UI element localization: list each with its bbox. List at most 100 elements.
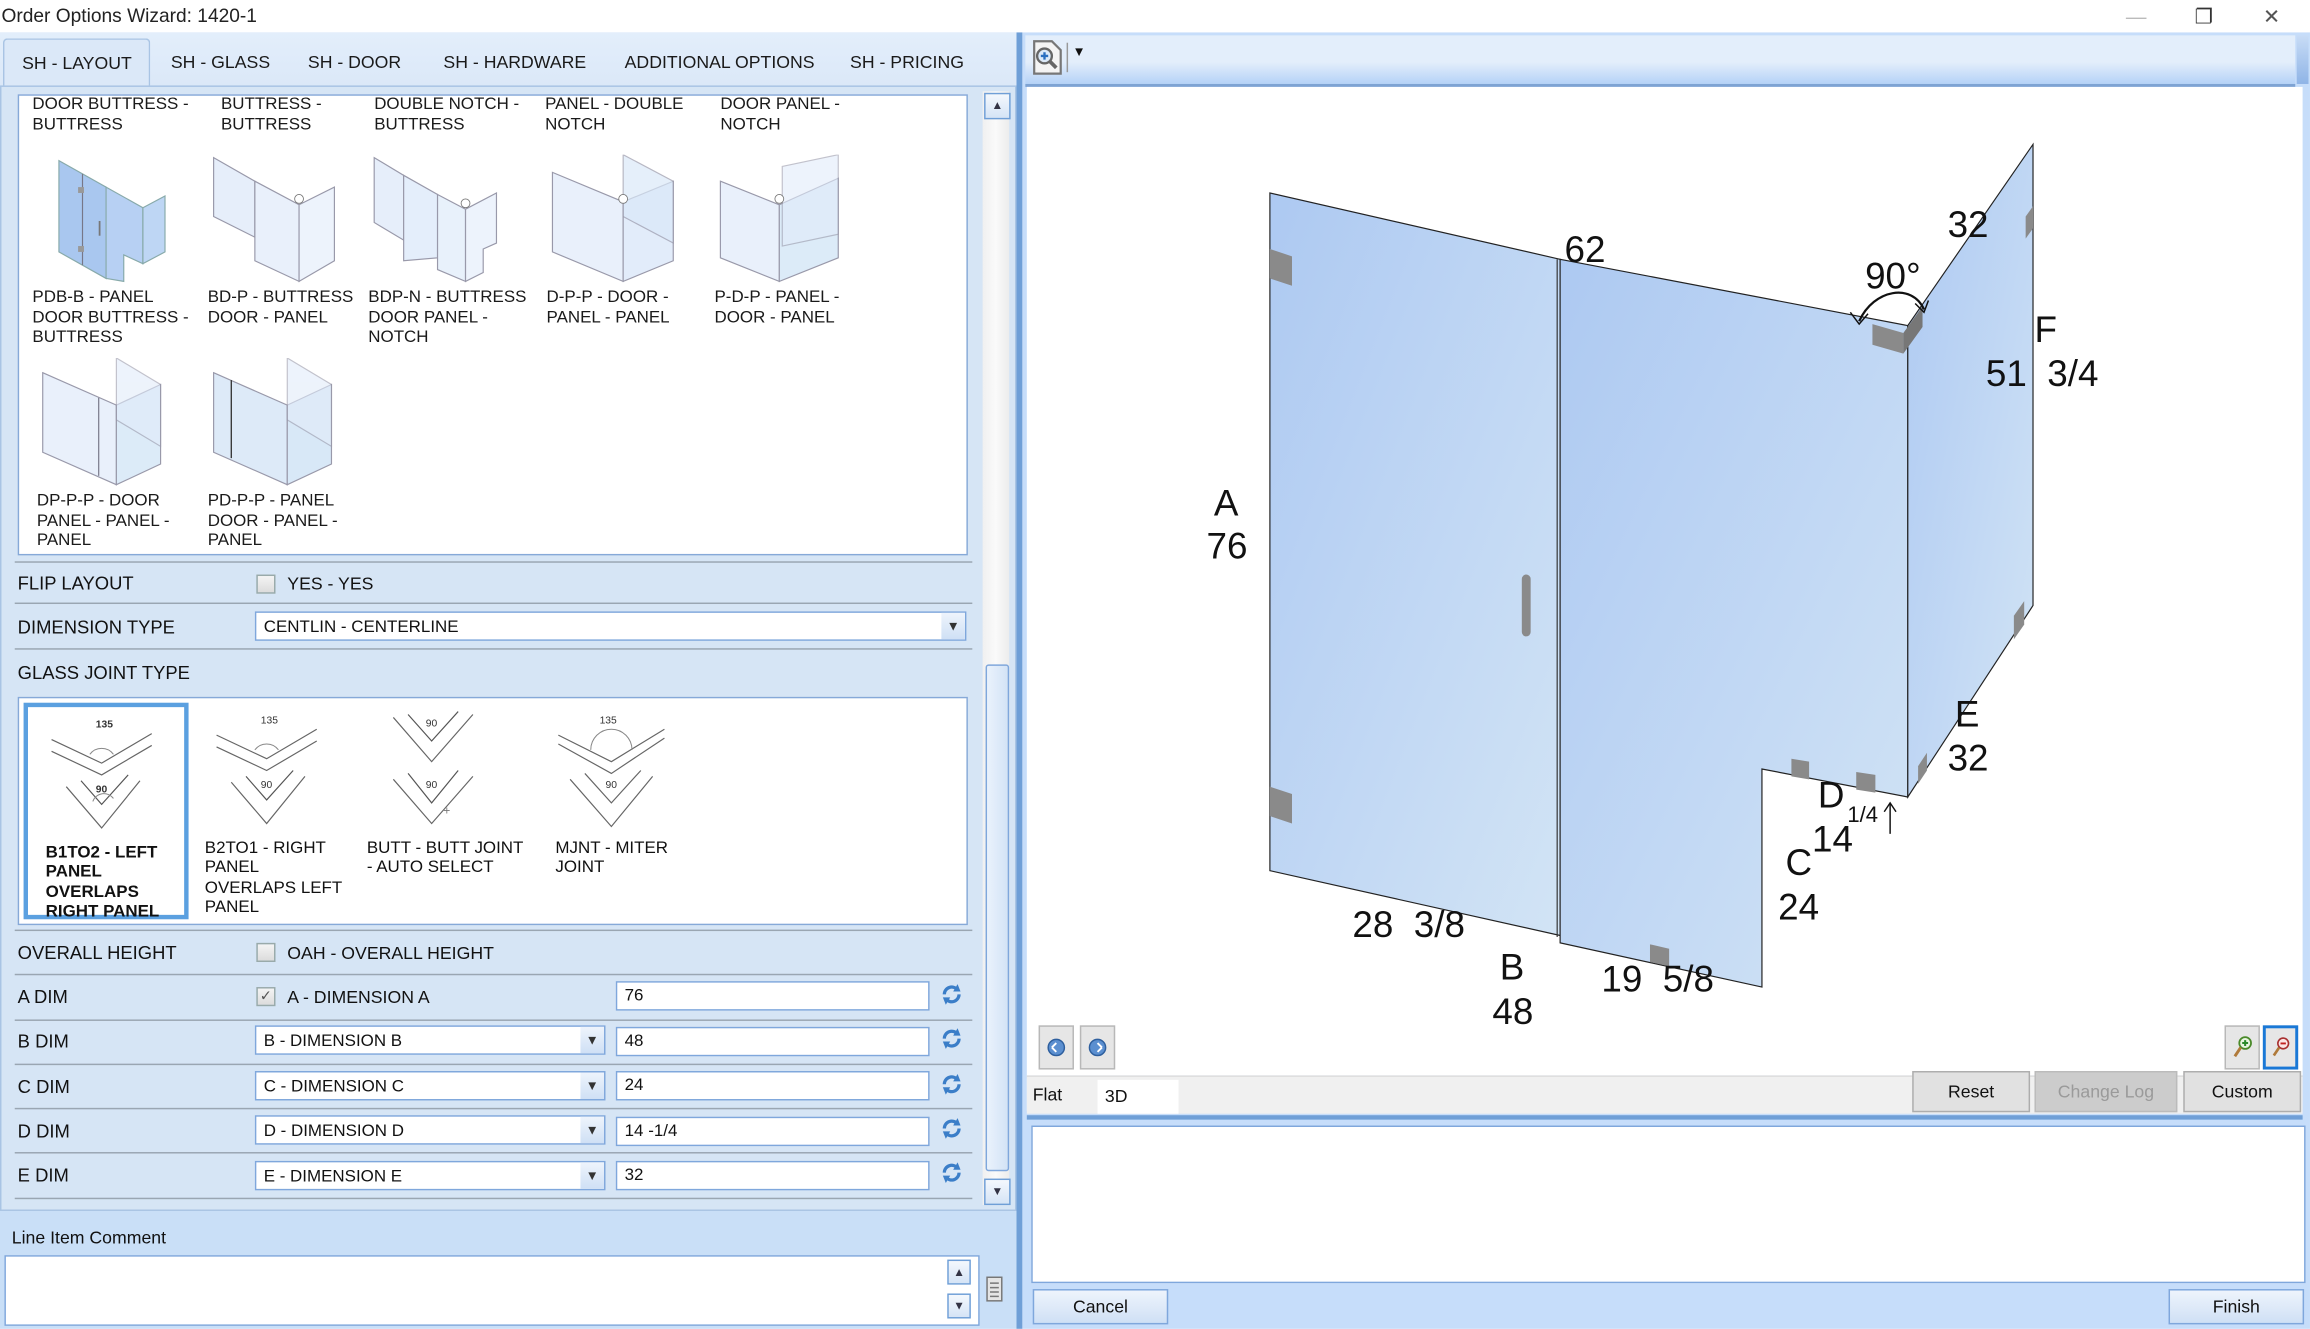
chevron-down-icon[interactable]: ▼ (941, 612, 965, 640)
toolbar-dropdown-icon[interactable]: ▼ (1072, 44, 1085, 59)
comment-scroll-down-button[interactable]: ▼ (947, 1293, 971, 1319)
layout-option-label: DP-P-P - DOOR PANEL - PANEL - PANEL (36, 492, 170, 550)
layout-p-d-p-thumbnail-icon (719, 153, 839, 283)
layout-option-d-p-p[interactable]: D-P-P - DOOR - PANEL - PANEL (547, 153, 709, 347)
refresh-icon[interactable] (940, 983, 964, 1007)
tab-sh-layout[interactable]: SH - LAYOUT (2, 38, 151, 87)
tab-sh-glass[interactable]: SH - GLASS (153, 38, 288, 85)
layout-option-p-d-p[interactable]: P-D-P - PANEL - DOOR - PANEL (714, 153, 877, 347)
dim-label-e-letter: E (1955, 693, 1980, 734)
3d-drawing-viewer[interactable]: 62 32 90° F 51 3/4 A 76 28 3/8 B 48 19 5… (1026, 86, 2303, 1076)
flip-layout-option-label: YES - YES (287, 573, 374, 594)
view-tab-3d[interactable]: 3D (1097, 1079, 1179, 1114)
dim-label-top-width: 62 (1565, 229, 1606, 270)
dim-label-a-value: 76 (1207, 525, 1248, 566)
change-log-button[interactable]: Change Log (2034, 1071, 2178, 1113)
joint-option-label: MJNT - MITER JOINT (555, 838, 669, 877)
refresh-icon[interactable] (940, 1161, 964, 1185)
tab-additional-options[interactable]: ADDITIONAL OPTIONS (607, 38, 832, 85)
a-dim-checkbox[interactable]: ✓ (256, 987, 276, 1007)
view-tab-flat[interactable]: Flat (1026, 1078, 1101, 1111)
d-dim-input[interactable]: 14 -1/4 (615, 1116, 930, 1147)
rotate-left-icon (1047, 1038, 1066, 1057)
d-dim-select[interactable]: D - DIMENSION D ▼ (254, 1115, 606, 1145)
layout-dp-p-p-thumbnail-icon (42, 356, 162, 486)
rotate-left-button[interactable] (1038, 1025, 1074, 1070)
dim-label-c-letter: C (1786, 842, 1813, 883)
dim-label-a-letter: A (1214, 483, 1239, 524)
glass-joint-type-gallery: 135 90 B1TO2 - LEFT PANEL OVERLAPS RIGHT… (17, 696, 968, 926)
restore-button[interactable]: ❐ (2174, 1, 2233, 30)
layout-option-buttress-buttress[interactable]: BUTTRESS - BUTTRESS (221, 96, 339, 136)
joint-option-label: B1TO2 - LEFT PANEL OVERLAPS RIGHT PANEL (45, 843, 160, 921)
tab-sh-pricing[interactable]: SH - PRICING (832, 38, 981, 85)
layout-option-bd-p[interactable]: BD-P - BUTTRESS DOOR - PANEL (208, 155, 370, 347)
chevron-down-icon[interactable]: ▼ (580, 1026, 605, 1054)
zoom-document-icon[interactable] (1031, 40, 1063, 75)
layout-option-double-notch-buttress[interactable]: DOUBLE NOTCH - BUTTRESS (374, 96, 521, 136)
glass-panel-left (1269, 192, 1561, 937)
divider (14, 929, 973, 932)
line-item-comment-textarea[interactable] (4, 1255, 980, 1326)
layout-bdp-n-thumbnail-icon (373, 156, 498, 283)
scroll-down-button[interactable]: ▼ (984, 1178, 1011, 1206)
rotate-right-icon (1088, 1038, 1107, 1057)
joint-option-b1to2[interactable]: 135 90 B1TO2 - LEFT PANEL OVERLAPS RIGHT… (23, 702, 189, 921)
refresh-icon[interactable] (940, 1027, 964, 1051)
divider (1026, 1115, 2303, 1120)
joint-option-mjnt[interactable]: 135 90 MJNT - MITER JOINT (555, 709, 720, 915)
finish-button[interactable]: Finish (2168, 1289, 2305, 1325)
layout-d-p-p-thumbnail-icon (551, 153, 674, 283)
cancel-button[interactable]: Cancel (1032, 1289, 1169, 1325)
dim-label-e-value: 32 (1948, 737, 1989, 778)
divider (14, 1152, 973, 1154)
scroll-up-button[interactable]: ▲ (984, 92, 1011, 120)
layout-option-pdb-b[interactable]: PDB-B - PANEL DOOR BUTTRESS - BUTTRESS (32, 155, 201, 346)
close-button[interactable]: ✕ (2242, 1, 2301, 30)
dimension-type-select[interactable]: CENTLIN - CENTERLINE ▼ (254, 611, 967, 641)
layout-option-label: P-D-P - PANEL - DOOR - PANEL (714, 288, 840, 327)
layout-option-door-panel-notch[interactable]: DOOR PANEL - NOTCH (720, 96, 853, 136)
custom-button[interactable]: Custom (2183, 1071, 2302, 1113)
toolbar-separator (1066, 42, 1069, 73)
joint-option-butt[interactable]: 90 90 + BUTT - BUTT JOINT - AUTO SELECT (367, 709, 532, 915)
b-dim-input[interactable]: 48 (615, 1026, 930, 1057)
tab-sh-hardware[interactable]: SH - HARDWARE (426, 38, 604, 85)
e-dim-select[interactable]: E - DIMENSION E ▼ (254, 1160, 606, 1191)
dim-label-d-fraction: 1/4 (1847, 802, 1878, 827)
reset-button[interactable]: Reset (1912, 1071, 2031, 1113)
comment-scroll-up-button[interactable]: ▲ (947, 1259, 971, 1285)
viewer-toolbar: ▼ (1025, 35, 2296, 87)
scrollbar-thumb[interactable] (985, 664, 1010, 1172)
layout-option-dp-p-p[interactable]: DP-P-P - DOOR PANEL - PANEL - PANEL (36, 356, 199, 550)
chevron-down-icon[interactable]: ▼ (580, 1162, 605, 1189)
divider (14, 973, 973, 976)
rotate-right-button[interactable] (1079, 1025, 1116, 1070)
flip-layout-checkbox[interactable] (256, 574, 276, 594)
layout-option-bdp-n[interactable]: BDP-N - BUTTRESS DOOR PANEL - NOTCH (368, 155, 537, 346)
layout-pd-p-p-thumbnail-icon (213, 356, 333, 486)
joint-option-b2to1[interactable]: 135 90 B2TO1 - RIGHT PANEL OVERLAPS LEFT… (205, 709, 370, 916)
a-dim-input[interactable]: 76 (615, 981, 930, 1011)
overall-height-checkbox[interactable] (256, 942, 276, 962)
refresh-icon[interactable] (940, 1117, 964, 1141)
spell-check-icon[interactable] (986, 1276, 1004, 1303)
zoom-out-button[interactable] (2262, 1025, 2299, 1070)
layout-option-pd-p-p[interactable]: PD-P-P - PANEL DOOR - PANEL - PANEL (208, 356, 370, 550)
c-dim-input[interactable]: 24 (615, 1071, 930, 1101)
layout-option-panel-double-notch[interactable]: PANEL - DOUBLE NOTCH (545, 96, 692, 136)
tab-sh-door[interactable]: SH - DOOR (290, 38, 419, 85)
e-dim-input[interactable]: 32 (615, 1160, 930, 1191)
chevron-down-icon[interactable]: ▼ (580, 1116, 605, 1144)
dim-label-b-letter: B (1500, 947, 1525, 988)
minimize-button[interactable]: — (2107, 1, 2166, 30)
zoom-in-button[interactable] (2224, 1025, 2260, 1070)
dim-label-b-left: 28 3/8 (1352, 904, 1465, 945)
layout-option-door-buttress-buttress[interactable]: DOOR BUTTRESS - BUTTRESS (32, 96, 206, 136)
refresh-icon[interactable] (940, 1072, 964, 1096)
chevron-down-icon[interactable]: ▼ (580, 1072, 605, 1100)
toolbar-overflow[interactable] (2296, 35, 2309, 84)
b-dim-select[interactable]: B - DIMENSION B ▼ (254, 1025, 606, 1055)
c-dim-select[interactable]: C - DIMENSION C ▼ (254, 1071, 606, 1101)
divider (14, 648, 973, 650)
